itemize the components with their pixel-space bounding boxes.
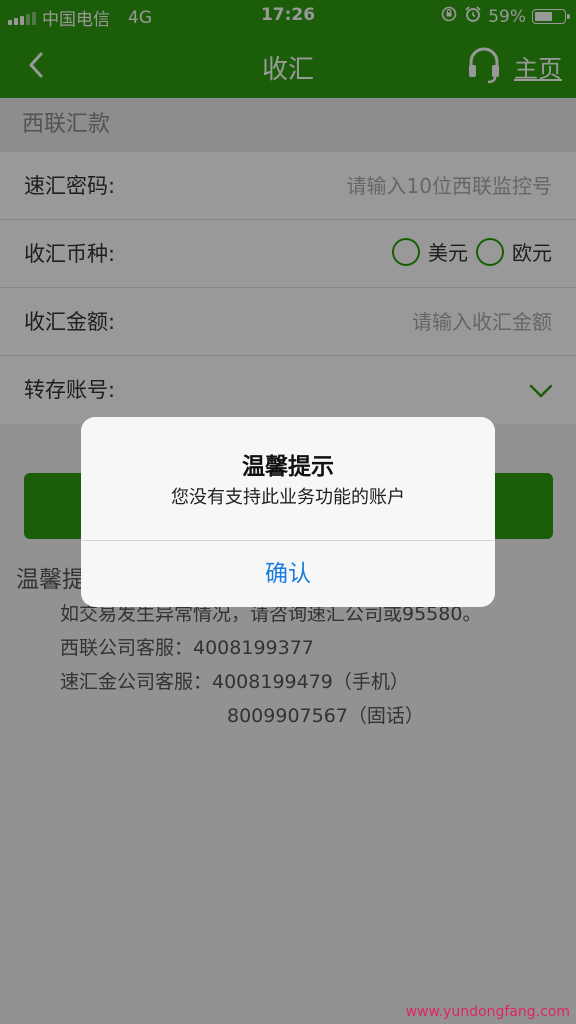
alert-dialog: 温馨提示 您没有支持此业务功能的账户 确认 [81, 417, 495, 607]
confirm-button[interactable]: 确认 [81, 541, 495, 607]
dialog-title: 温馨提示 [242, 454, 334, 480]
dialog-message: 您没有支持此业务功能的账户 [171, 487, 405, 508]
watermark: www.yundongfang.com [405, 1004, 570, 1020]
